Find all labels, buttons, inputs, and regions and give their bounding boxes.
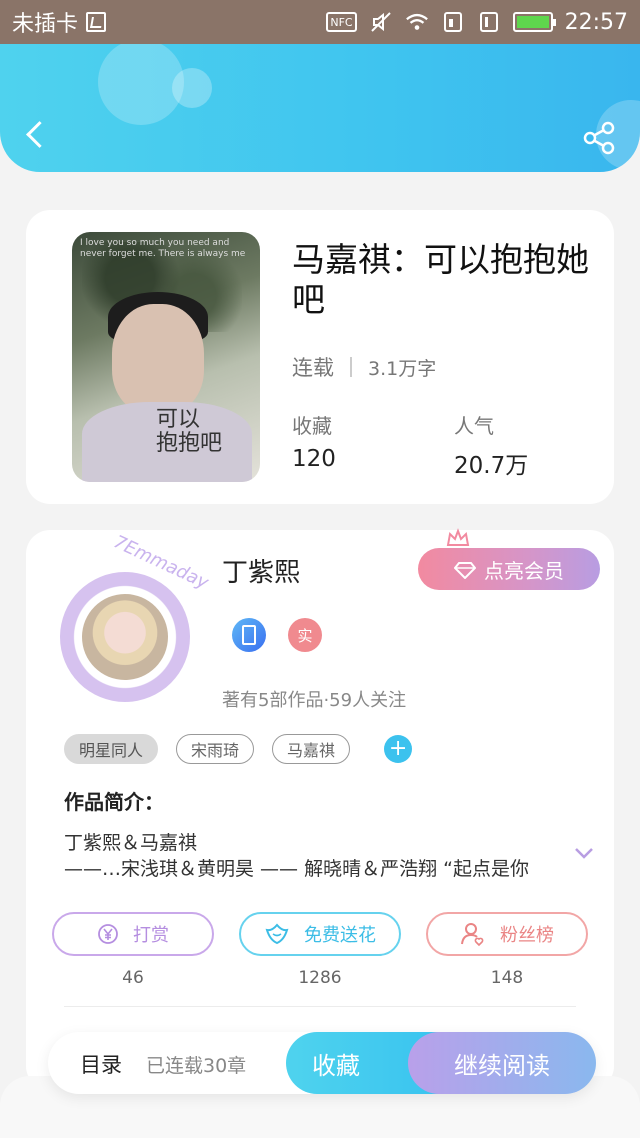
clock: 22:57 <box>564 9 628 35</box>
sim-signal-icon <box>441 11 465 33</box>
toc-status[interactable]: 已连载30章 <box>146 1051 246 1078</box>
flower-count: 1286 <box>298 968 342 988</box>
continue-reading-button[interactable]: 继续阅读 <box>408 1032 596 1094</box>
tag-item[interactable]: 马嘉祺 <box>272 734 351 764</box>
word-count: 3.1万字 <box>368 357 437 380</box>
send-flower-button[interactable]: 免费送花 <box>239 912 401 956</box>
cover-figure-face <box>112 304 204 414</box>
cover-title-text: 可以 抱抱吧 <box>156 407 223 456</box>
intro-label: 作品简介： <box>64 790 164 814</box>
tip-label: 打赏 <box>133 925 169 946</box>
intro-line: ——…宋浅琪＆黄明昊 —— 解晓晴＆严浩翔 “起点是你 <box>64 858 529 880</box>
header <box>0 44 640 172</box>
vip-button[interactable]: 点亮会员 <box>418 548 600 590</box>
popularity-label: 人气 <box>454 414 494 438</box>
book-cover[interactable]: I love you so much you need and never fo… <box>72 232 260 482</box>
divider <box>64 1006 576 1007</box>
tag-list: 明星同人 宋雨琦 马嘉祺 + <box>64 734 413 764</box>
add-tag-button[interactable]: + <box>384 735 413 763</box>
carrier-label: 未插卡 <box>12 12 79 37</box>
decor-bubble <box>172 68 212 108</box>
intro-text[interactable]: 丁紫熙＆马嘉祺 ——…宋浅琪＆黄明昊 —— 解晓晴＆严浩翔 “起点是你 <box>64 830 554 882</box>
avatar-photo <box>82 594 168 680</box>
fans-count: 148 <box>490 968 524 988</box>
no-sim-icon <box>86 12 107 32</box>
book-title: 马嘉祺：可以抱抱她吧 <box>292 240 589 319</box>
avatar[interactable]: 7Emmaday <box>50 531 212 708</box>
phone-verified-icon[interactable] <box>232 618 266 652</box>
favorite-button-label: 收藏 <box>312 1051 360 1080</box>
intro-line: 丁紫熙＆马嘉祺 <box>64 832 198 854</box>
status-icons: NFC 22:57 <box>326 10 628 35</box>
tip-count: 46 <box>122 968 144 988</box>
popularity-value: 20.7万 <box>454 453 529 479</box>
send-flower-label: 免费送花 <box>304 925 376 946</box>
book-status: 连载 <box>292 356 334 380</box>
flower-action: 免费送花 1286 <box>239 912 401 988</box>
continue-reading-label: 继续阅读 <box>454 1051 550 1080</box>
decor-bubble <box>98 44 184 125</box>
book-meta: 连载 3.1万字 <box>292 352 436 382</box>
back-button[interactable] <box>18 114 54 154</box>
book-info-card: I love you so much you need and never fo… <box>26 210 614 504</box>
favorites-value: 120 <box>292 446 336 472</box>
share-button[interactable] <box>580 118 620 158</box>
toc-button[interactable]: 目录 <box>80 1049 122 1079</box>
favorites-label: 收藏 <box>292 414 332 438</box>
cover-top-text: I love you so much you need and never fo… <box>80 238 246 259</box>
wifi-icon <box>405 11 429 33</box>
tip-action: 打赏 46 <box>52 912 214 988</box>
person-icon <box>461 923 484 947</box>
real-name-badge[interactable]: 实 <box>288 618 322 652</box>
fans-rank-label: 粉丝榜 <box>500 925 554 946</box>
author-name[interactable]: 丁紫熙 <box>222 552 300 589</box>
status-bar: 未插卡 NFC 22:57 <box>0 0 640 44</box>
chevron-down-icon[interactable] <box>574 846 594 860</box>
fans-action: 粉丝榜 148 <box>426 912 588 988</box>
author-card: 7Emmaday 丁紫熙 点亮会员 实 著有5部作品·59人关注 明星同人 宋雨… <box>26 528 614 1090</box>
tip-button[interactable]: 打赏 <box>52 912 214 956</box>
vip-button-label: 点亮会员 <box>484 558 564 583</box>
tag-item[interactable]: 明星同人 <box>64 734 159 764</box>
nfc-icon: NFC <box>326 12 357 32</box>
tag-item[interactable]: 宋雨琦 <box>176 734 255 764</box>
sim-signal-icon-2 <box>477 11 501 33</box>
share-icon <box>583 121 615 155</box>
meta-divider <box>350 357 352 377</box>
crown-icon <box>446 528 470 546</box>
action-row: 打赏 46 免费送花 1286 粉丝榜 148 <box>52 912 588 988</box>
bottom-action-bar: 目录 已连载30章 收藏 继续阅读 <box>48 1032 596 1094</box>
fans-rank-button[interactable]: 粉丝榜 <box>426 912 588 956</box>
author-stats: 著有5部作品·59人关注 <box>222 690 407 711</box>
diamond-icon <box>454 561 476 579</box>
mute-icon <box>369 11 393 33</box>
carrier-info: 未插卡 <box>12 6 107 38</box>
battery-icon <box>512 12 556 32</box>
flower-icon <box>265 923 289 945</box>
yen-icon <box>98 924 118 944</box>
